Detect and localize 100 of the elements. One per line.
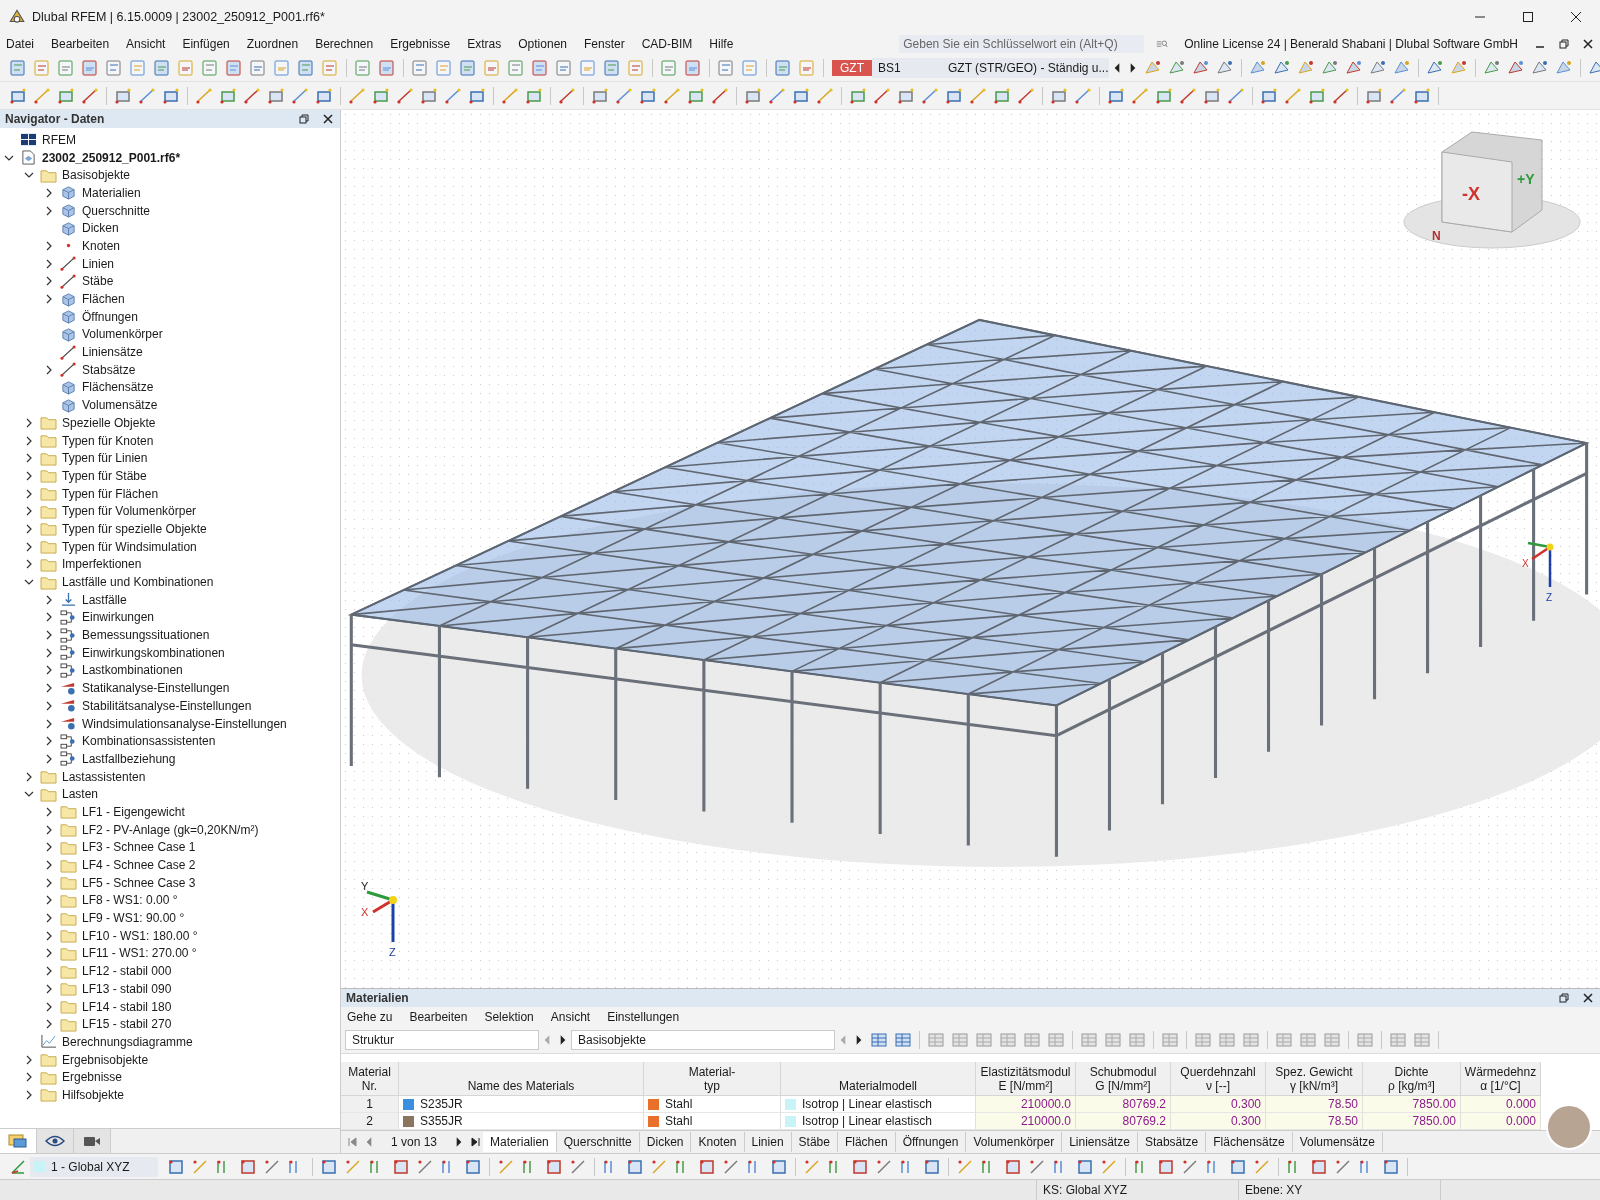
column-header[interactable]: Material- typ [644, 1062, 781, 1096]
chevron-icon[interactable] [44, 877, 54, 888]
menu-item[interactable]: Bearbeiten [409, 1010, 468, 1024]
chevron-icon[interactable] [44, 294, 54, 305]
toolbar-icon[interactable] [1388, 1030, 1408, 1050]
chevron-icon[interactable] [44, 860, 54, 871]
chevron-icon[interactable] [44, 683, 54, 694]
tree-item[interactable]: LF14 - stabil 180 [82, 999, 172, 1014]
tree-item[interactable]: Typen für Flächen [62, 486, 159, 501]
chevron-icon[interactable] [24, 1089, 34, 1100]
table-tab[interactable]: Stabsätze [1137, 1132, 1207, 1152]
toolbar-icon[interactable] [1193, 1030, 1213, 1050]
tree-item[interactable]: Flächensätze [82, 380, 154, 395]
tree-item[interactable]: Lasten [62, 787, 99, 802]
menu-item[interactable]: Hilfe [709, 37, 734, 51]
chevron-icon[interactable] [24, 453, 34, 464]
chevron-icon[interactable] [44, 983, 54, 994]
design-situation-dropdown[interactable]: GZT (STR/GEO) - Ständig u... [942, 57, 1109, 78]
toolbar-icon[interactable] [893, 1030, 913, 1050]
toolbar-icon[interactable] [482, 57, 502, 78]
menu-item[interactable]: Ansicht [550, 1010, 591, 1024]
chevron-icon[interactable] [44, 1019, 54, 1030]
toolbar-icon[interactable] [716, 57, 736, 78]
table-tab[interactable]: Öffnungen [895, 1132, 967, 1152]
toolbar-icon[interactable] [176, 57, 196, 78]
toolbar-icon[interactable] [626, 57, 646, 78]
tree-item[interactable]: Volumenkörper [82, 327, 163, 342]
column-header[interactable]: Dichte ρ [kg/m³] [1363, 1062, 1461, 1096]
tree-item[interactable]: Typen für spezielle Objekte [62, 521, 207, 536]
menu-item[interactable]: Optionen [518, 37, 567, 51]
tree-item[interactable]: Berechnungsdiagramme [62, 1034, 193, 1049]
menu-item[interactable]: Bearbeiten [51, 37, 110, 51]
close-icon[interactable] [1570, 11, 1582, 23]
chevron-icon[interactable] [44, 258, 54, 269]
chevron-icon[interactable] [24, 506, 34, 517]
toolbar-icon[interactable] [1022, 1030, 1042, 1050]
tree-item[interactable]: Windsimulationsanalyse-Einstellungen [82, 716, 287, 731]
toolbar-icon[interactable] [248, 57, 268, 78]
chevron-icon[interactable] [44, 276, 54, 287]
table-tab[interactable]: Volumenkörper [966, 1132, 1063, 1152]
tree-item[interactable]: RFEM [42, 132, 76, 147]
menu-item[interactable]: Selektion [484, 1010, 534, 1024]
chevron-icon[interactable] [24, 417, 34, 428]
restore-icon[interactable] [298, 113, 310, 125]
table-tab[interactable]: Stäbe [791, 1132, 838, 1152]
menu-item[interactable]: Ansicht [126, 37, 166, 51]
chevron-icon[interactable] [44, 895, 54, 906]
toolbar-icon[interactable] [80, 57, 100, 78]
tree-item[interactable]: Typen für Windsimulation [62, 539, 197, 554]
column-header[interactable]: Querdehnzahl ν [--] [1171, 1062, 1266, 1096]
restore-icon[interactable] [1558, 38, 1570, 50]
menu-item[interactable]: Ergebnisse [390, 37, 451, 51]
chevron-icon[interactable] [24, 435, 34, 446]
menu-item[interactable]: Einfügen [182, 37, 230, 51]
tree-item[interactable]: Typen für Volumenkörper [62, 504, 197, 519]
column-header[interactable]: Wärmedehnz α [1/°C] [1461, 1062, 1541, 1096]
tree-item[interactable]: Hilfsobjekte [62, 1087, 125, 1102]
table-tab[interactable]: Materialien [483, 1132, 557, 1152]
toolbar-icon[interactable] [1355, 1030, 1375, 1050]
navigator-tab[interactable] [74, 1129, 111, 1153]
toolbar-icon[interactable] [1412, 1030, 1432, 1050]
column-header[interactable]: Spez. Gewicht γ [kN/m³] [1266, 1062, 1363, 1096]
tree-item[interactable]: Typen für Stäbe [62, 468, 147, 483]
tree-item[interactable]: LF8 - WS1: 0.00 ° [82, 893, 178, 908]
toolbar-icon[interactable] [152, 57, 172, 78]
tree-item[interactable]: LF9 - WS1: 90.00 ° [82, 911, 185, 926]
toolbar-icon[interactable] [1322, 1030, 1342, 1050]
menu-item[interactable]: CAD-BIM [641, 37, 693, 51]
chevron-icon[interactable] [44, 718, 54, 729]
tree-item[interactable]: Einwirkungen [82, 610, 155, 625]
column-header[interactable]: Elastizitätsmodul E [N/mm²] [976, 1062, 1076, 1096]
tree-item[interactable]: Lastassistenten [62, 769, 146, 784]
table-tab[interactable]: Flächen [837, 1132, 896, 1152]
tree-item[interactable]: Statikanalyse-Einstellungen [82, 681, 230, 696]
tree-item[interactable]: LF15 - stabil 270 [82, 1017, 172, 1032]
table-tab[interactable]: Flächensätze [1206, 1132, 1293, 1152]
column-header[interactable]: Material Nr. [341, 1062, 399, 1096]
toolbar-icon[interactable] [224, 57, 244, 78]
maximize-icon[interactable] [1522, 11, 1534, 23]
toolbar-icon[interactable] [377, 57, 397, 78]
chevron-icon[interactable] [44, 665, 54, 676]
menu-item[interactable]: Fenster [584, 37, 625, 51]
table-tab[interactable]: Dicken [639, 1132, 692, 1152]
navigator-tab[interactable] [37, 1129, 74, 1153]
tree-item[interactable]: Lastfälle [82, 592, 127, 607]
chevron-icon[interactable] [44, 364, 54, 375]
toolbar-icon[interactable] [683, 57, 703, 78]
tree-item[interactable]: Stäbe [82, 274, 114, 289]
chevron-icon[interactable] [44, 930, 54, 941]
toolbar-icon[interactable] [1079, 1030, 1099, 1050]
toolbar-icon[interactable] [602, 57, 622, 78]
tree-item[interactable]: LF5 - Schnee Case 3 [82, 875, 196, 890]
toolbar-icon[interactable] [1298, 1030, 1318, 1050]
toolbar-icon[interactable] [32, 57, 52, 78]
toolbar-icon[interactable] [1046, 1030, 1066, 1050]
chevron-icon[interactable] [24, 470, 34, 481]
tree-item[interactable]: Lastkombinationen [82, 663, 183, 678]
structure-dropdown[interactable]: Struktur [345, 1030, 539, 1050]
toolbar-icon[interactable] [530, 57, 550, 78]
column-header[interactable]: Schubmodul G [N/mm²] [1076, 1062, 1171, 1096]
